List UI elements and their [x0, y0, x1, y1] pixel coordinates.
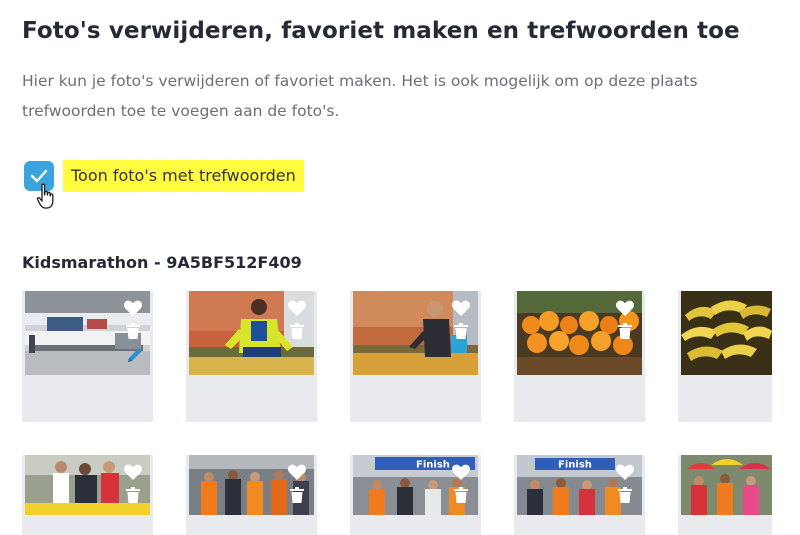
- photo-card[interactable]: [22, 455, 153, 535]
- photo-card[interactable]: [514, 291, 645, 422]
- trash-icon[interactable]: [454, 323, 468, 339]
- photo-thumbnail[interactable]: [681, 291, 772, 375]
- trash-icon[interactable]: [454, 487, 468, 503]
- photo-card[interactable]: Finish: [350, 455, 481, 535]
- photo-card[interactable]: [186, 291, 317, 422]
- trash-icon[interactable]: [290, 487, 304, 503]
- photo-card[interactable]: [186, 455, 317, 535]
- photo-card[interactable]: [350, 291, 481, 422]
- heart-icon[interactable]: [615, 299, 635, 317]
- finish-banner-text: Finish: [416, 460, 450, 471]
- pencil-icon[interactable]: [125, 345, 145, 365]
- trash-icon[interactable]: [126, 487, 140, 503]
- trash-icon[interactable]: [290, 323, 304, 339]
- heart-icon[interactable]: [287, 463, 307, 481]
- heart-icon[interactable]: [123, 299, 143, 317]
- photo-card[interactable]: [22, 291, 153, 422]
- heart-icon[interactable]: [287, 299, 307, 317]
- heart-icon[interactable]: [123, 463, 143, 481]
- finish-banner-text: Finish: [558, 460, 592, 471]
- photo-card[interactable]: [678, 455, 772, 535]
- photo-card[interactable]: [678, 291, 772, 422]
- trash-icon[interactable]: [618, 323, 632, 339]
- heart-icon[interactable]: [451, 299, 471, 317]
- photo-thumbnail[interactable]: [681, 455, 772, 515]
- photo-card[interactable]: Finish: [514, 455, 645, 535]
- heart-icon[interactable]: [615, 463, 635, 481]
- trash-icon[interactable]: [618, 487, 632, 503]
- photo-grid: Finish Finish: [0, 0, 800, 535]
- trash-icon[interactable]: [126, 323, 140, 339]
- heart-icon[interactable]: [451, 463, 471, 481]
